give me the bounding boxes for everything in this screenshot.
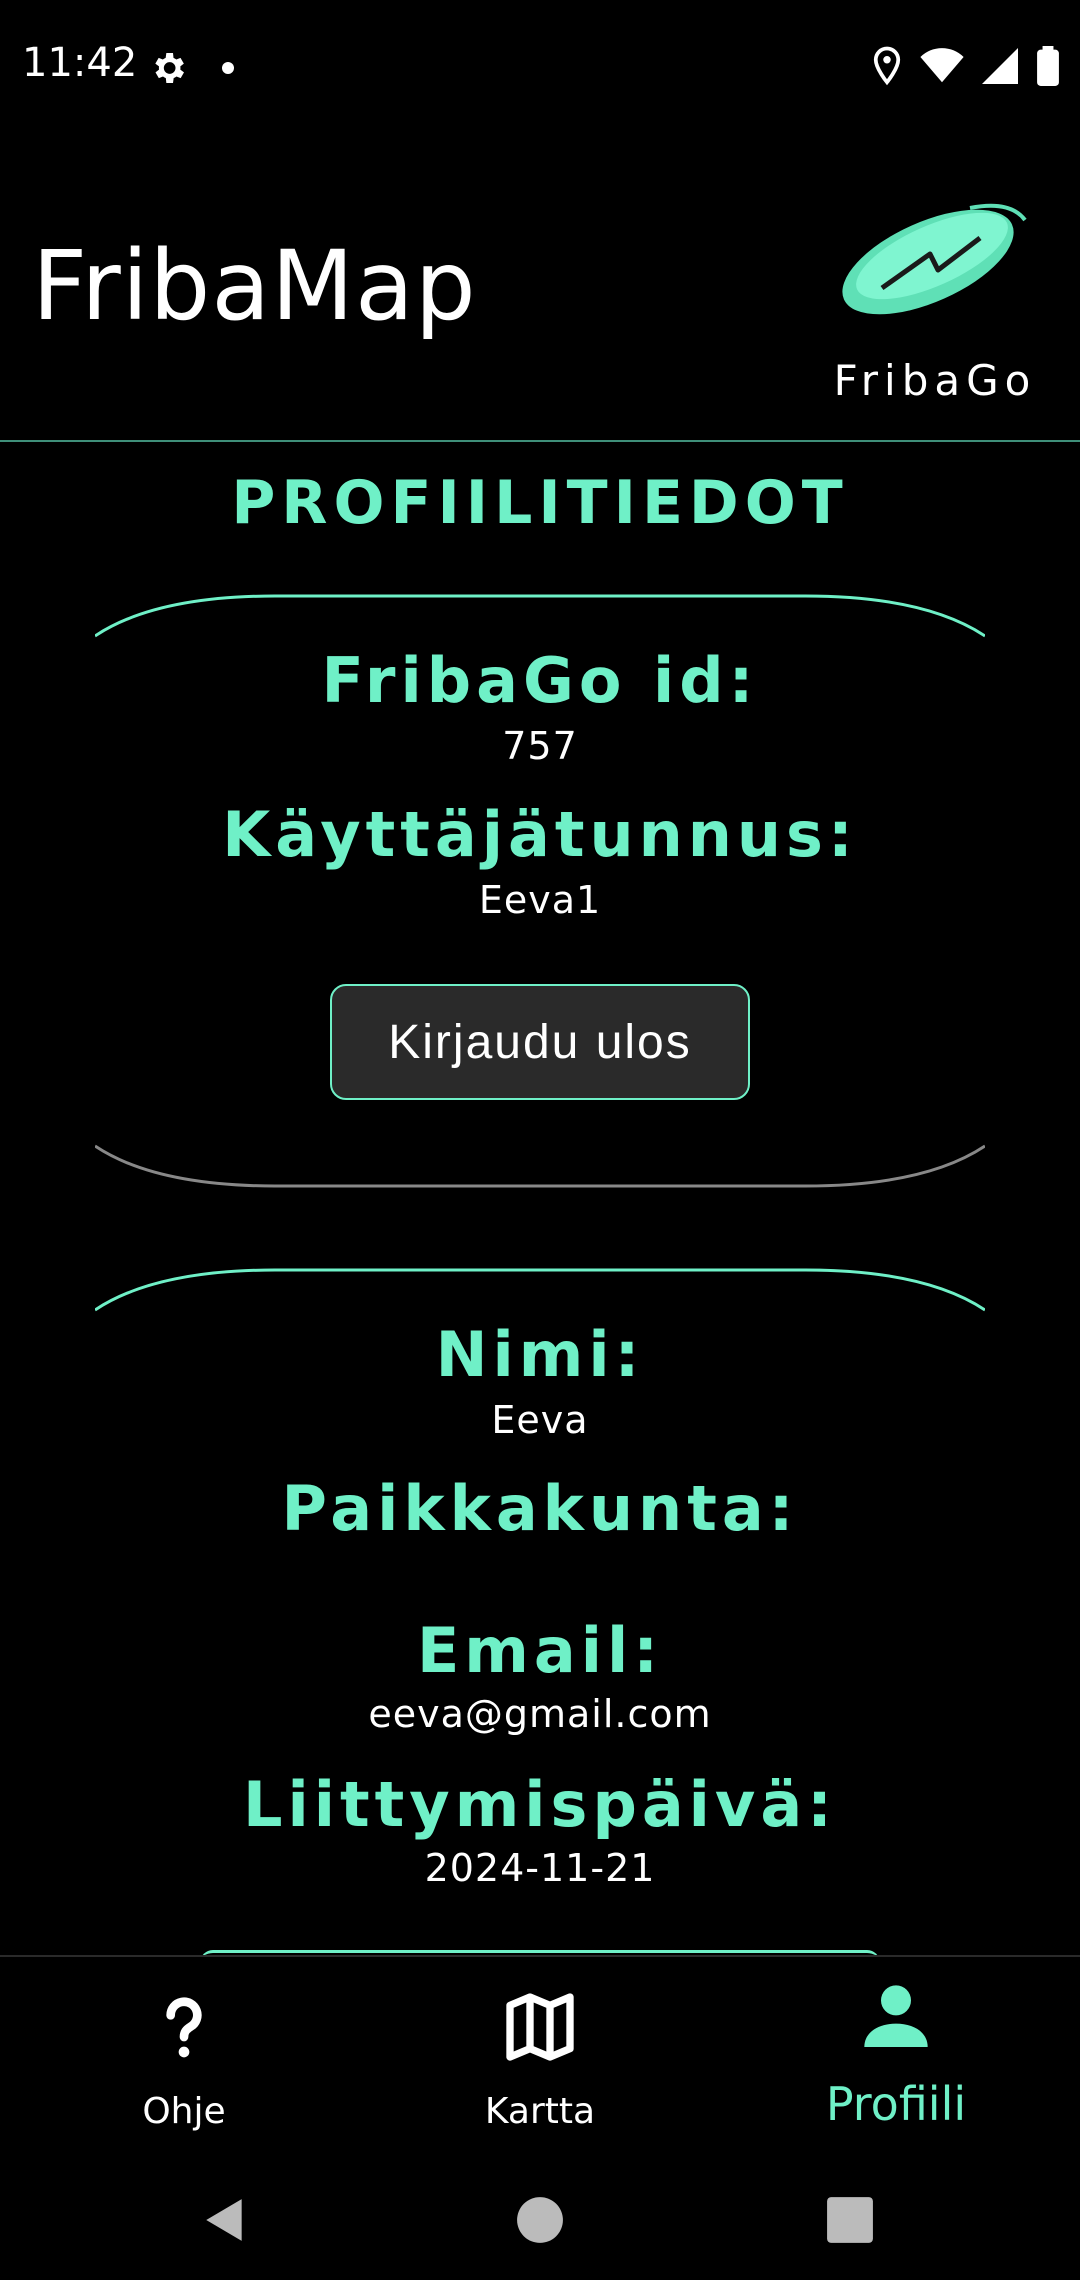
nav-item-ohje[interactable]: Ohje <box>4 1957 364 2157</box>
nav-label: Ohje <box>142 2091 226 2132</box>
nav-label: Kartta <box>484 2091 596 2132</box>
bottom-navigation: Ohje Kartta Profiili <box>0 1955 1080 2157</box>
back-icon[interactable] <box>200 2195 250 2245</box>
wifi-icon <box>920 48 964 83</box>
status-time: 11:42 <box>22 40 138 86</box>
nav-item-profiili[interactable]: Profiili <box>716 1957 1076 2157</box>
disc-icon <box>842 203 1027 315</box>
username-label: Käyttäjätunnus: <box>222 798 858 871</box>
map-icon <box>506 1993 574 2061</box>
status-bar: 11:42 <box>0 0 1080 130</box>
joined-label: Liittymispäivä: <box>243 1768 837 1841</box>
notification-dot-icon <box>222 62 234 74</box>
fribago-logo: FribaGo <box>820 170 1050 420</box>
email-value: eeva@gmail.com <box>368 1692 712 1736</box>
profile-card: Nimi: Eeva Paikkakunta: Email: eeva@gmai… <box>95 1268 985 1918</box>
location-icon <box>873 46 901 86</box>
fribago-id-label: FribaGo id: <box>321 644 759 717</box>
city-label: Paikkakunta: <box>281 1472 799 1545</box>
person-icon <box>864 1985 928 2047</box>
nav-item-kartta[interactable]: Kartta <box>360 1957 720 2157</box>
settings-icon <box>155 53 184 83</box>
nav-label: Profiili <box>825 2077 967 2131</box>
account-card: FribaGo id: 757 Käyttäjätunnus: Eeva1 Ki… <box>95 594 985 1188</box>
battery-icon <box>1037 46 1059 86</box>
app-title: FribaMap <box>32 230 477 342</box>
logo-text: FribaGo <box>833 356 1037 405</box>
section-title: PROFIILITIEDOT <box>231 468 849 538</box>
home-icon[interactable] <box>515 2195 565 2245</box>
status-icons <box>872 46 1060 86</box>
help-icon <box>166 1997 202 2058</box>
email-label: Email: <box>416 1614 664 1687</box>
signal-icon <box>982 48 1018 84</box>
system-navigation <box>0 2155 1080 2280</box>
recents-icon[interactable] <box>825 2195 875 2245</box>
joined-value: 2024-11-21 <box>424 1846 656 1890</box>
card-bottom-border <box>95 1144 985 1188</box>
username-value: Eeva1 <box>478 878 602 922</box>
name-label: Nimi: <box>435 1318 645 1391</box>
name-value: Eeva <box>491 1398 589 1442</box>
app-bar: FribaMap FribaGo <box>0 130 1080 442</box>
logout-button[interactable]: Kirjaudu ulos <box>330 984 750 1100</box>
fribago-id-value: 757 <box>502 724 578 768</box>
